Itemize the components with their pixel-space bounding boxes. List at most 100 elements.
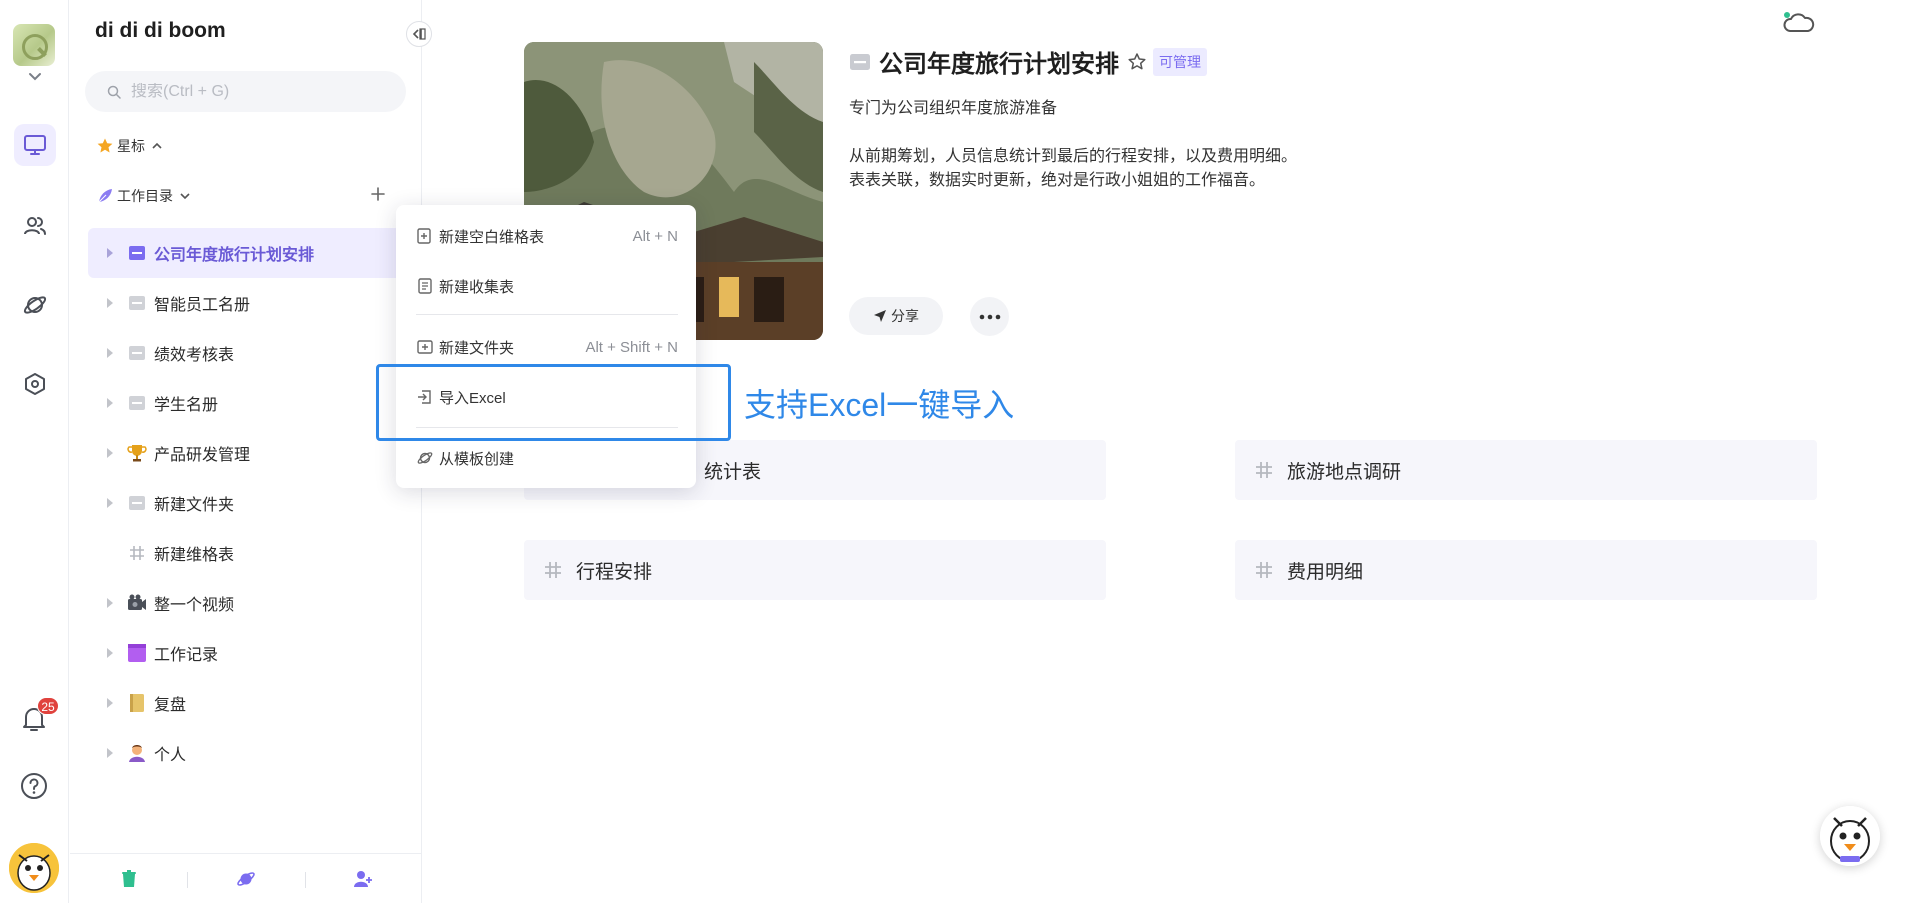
node-card-destination-research[interactable]: 旅游地点调研 [1235,440,1817,500]
menu-item-label: 导入Excel [439,389,506,407]
add-user-icon [354,870,373,887]
tree-item-label: 绩效考核表 [154,347,235,364]
menu-divider [416,314,678,315]
chevron-down-icon[interactable] [26,70,44,84]
notebook-icon [126,692,148,714]
tree-item-label: 新建维格表 [154,547,235,564]
tree-item-new-sheet[interactable]: 新建维格表 [88,528,404,578]
purple-block-icon [126,642,148,664]
menu-item-label: 新建收集表 [439,278,515,296]
settings-nav-button[interactable] [14,363,56,405]
folder-title[interactable]: 公司年度旅行计划安排 [879,44,1119,79]
tree-item-travel-plan[interactable]: 公司年度旅行计划安排 [88,228,404,278]
description-line: 专门为公司组织年度旅游准备 [849,100,1058,117]
tree-item-label: 复盘 [154,697,187,714]
tree-item-video[interactable]: 整一个视频 [88,578,404,628]
menu-item-new-folder[interactable]: 新建文件夹 Alt + Shift + N [416,332,678,362]
caret-right-icon[interactable] [106,598,114,608]
catalog-label: 工作目录 [117,188,173,204]
add-folder-icon [417,340,433,354]
node-card-itinerary[interactable]: 行程安排 [524,540,1106,600]
chevron-down-icon [180,193,190,200]
tree-item-staff-roster[interactable]: 智能员工名册 [88,278,404,328]
assistant-floating-button[interactable] [1820,806,1880,866]
sidebar-footer [70,853,422,903]
tree-item-label: 智能员工名册 [154,297,251,314]
tree-item-label: 工作记录 [154,647,219,664]
notification-badge: 25 [37,697,59,715]
camera-icon [126,592,148,614]
sidebar: di di di boom 星标 工作目录 [70,0,432,903]
folder-description[interactable]: 专门为公司组织年度旅游准备 从前期筹划，人员信息统计到最后的行程安排，以及费用明… [849,97,1297,193]
user-avatar[interactable] [9,843,59,893]
search-box[interactable] [85,71,406,112]
folder-icon [126,392,148,414]
caret-right-icon[interactable] [106,298,114,308]
card-label: 行程安排 [576,561,653,583]
menu-item-new-form[interactable]: 新建收集表 [416,271,678,301]
tree-item-student-roster[interactable]: 学生名册 [88,378,404,428]
tree-item-label: 新建文件夹 [154,497,235,514]
card-label: 旅游地点调研 [1287,461,1402,483]
templates-nav-button[interactable] [14,284,56,326]
caret-right-icon[interactable] [106,648,114,658]
workspace-avatar[interactable] [13,24,55,66]
caret-right-icon[interactable] [106,348,114,358]
form-icon [418,278,432,294]
folder-icon [126,292,148,314]
folder-icon [126,242,148,264]
search-input[interactable] [131,82,391,101]
send-icon [874,310,886,322]
space-name[interactable]: di di di boom [95,19,226,43]
catalog-tree: 公司年度旅行计划安排 智能员工名册 绩效考核表 学生名册 产品研发管理 新建文件… [88,228,404,778]
cloud-sync-icon[interactable] [1781,9,1815,35]
tree-item-label: 个人 [154,747,187,764]
trophy-icon [126,442,148,464]
starred-label: 星标 [117,138,145,154]
catalog-section-header[interactable]: 工作目录 [96,186,191,206]
menu-item-import-excel[interactable]: 导入Excel [416,382,678,412]
collapse-sidebar-button[interactable] [406,21,432,47]
caret-right-icon[interactable] [106,448,114,458]
menu-item-label: 新建空白维格表 [439,228,545,246]
menu-item-new-sheet[interactable]: 新建空白维格表 Alt + N [416,221,678,251]
starred-section-header[interactable]: 星标 [96,136,163,156]
caret-right-icon[interactable] [106,248,114,258]
search-icon [107,85,121,99]
node-card-expenses[interactable]: 费用明细 [1235,540,1817,600]
chevron-up-icon [152,142,162,149]
planet-icon [417,452,433,464]
menu-divider [416,427,678,428]
tree-item-product-rd[interactable]: 产品研发管理 [88,428,404,478]
more-options-button[interactable] [970,297,1009,336]
members-nav-button[interactable] [14,205,56,247]
monitor-icon [24,135,46,155]
folder-icon [850,53,870,70]
invite-member-button[interactable] [304,854,422,903]
shortcut-hint: Alt + Shift + N [585,338,678,356]
hexagon-settings-icon [25,373,45,395]
grid-icon [545,562,561,578]
tree-item-performance[interactable]: 绩效考核表 [88,328,404,378]
trash-button[interactable] [70,854,187,903]
card-label: 统计表 [704,461,762,483]
import-icon [418,390,431,404]
penguin-avatar-icon [9,843,59,893]
caret-right-icon[interactable] [106,748,114,758]
help-icon[interactable] [20,772,48,800]
menu-item-from-template[interactable]: 从模板创建 [416,443,678,473]
template-center-button[interactable] [187,854,304,903]
add-node-icon[interactable] [368,184,388,204]
tree-item-new-folder[interactable]: 新建文件夹 [88,478,404,528]
star-outline-icon[interactable] [1127,52,1147,72]
workbench-nav-button[interactable] [14,124,56,166]
caret-right-icon[interactable] [106,698,114,708]
caret-right-icon[interactable] [106,398,114,408]
share-button[interactable]: 分享 [849,297,943,335]
trash-icon [121,869,136,887]
tree-item-review[interactable]: 复盘 [88,678,404,728]
caret-right-icon[interactable] [106,498,114,508]
grid-icon [126,542,148,564]
tree-item-work-log[interactable]: 工作记录 [88,628,404,678]
tree-item-personal[interactable]: 个人 [88,728,404,778]
